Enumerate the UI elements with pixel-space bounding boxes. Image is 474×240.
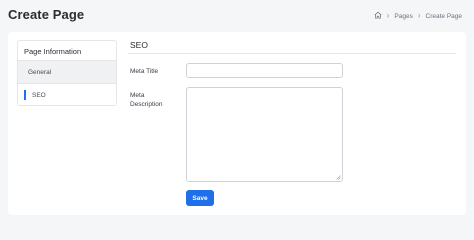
- section-divider: [128, 53, 456, 54]
- sidebar-item-seo[interactable]: SEO: [18, 84, 116, 105]
- active-indicator: [24, 90, 26, 100]
- sidebar-item-label: SEO: [32, 92, 46, 99]
- breadcrumb-separator: ›: [386, 11, 390, 20]
- section-title: SEO: [130, 40, 148, 50]
- meta-title-input[interactable]: [186, 63, 343, 78]
- breadcrumb-item-pages[interactable]: Pages: [394, 13, 412, 20]
- meta-description-input[interactable]: [186, 87, 343, 182]
- breadcrumb: › Pages › Create Page: [374, 11, 462, 21]
- breadcrumb-separator: ›: [417, 11, 421, 20]
- meta-description-label: Meta Description: [130, 91, 180, 109]
- sidebar-item-general[interactable]: General: [18, 61, 116, 84]
- meta-description-label-line1: Meta: [130, 92, 145, 99]
- meta-description-label-line2: Description: [130, 101, 163, 108]
- home-icon: [374, 11, 382, 19]
- breadcrumb-item-current: Create Page: [425, 12, 463, 20]
- breadcrumb-home[interactable]: [374, 11, 382, 21]
- meta-title-label: Meta Title: [130, 68, 159, 75]
- page-info-panel: Page Information General SEO: [17, 40, 117, 106]
- sidebar-item-label: General: [28, 69, 52, 76]
- page-title: Create Page: [8, 7, 85, 22]
- resize-grip-icon[interactable]: [336, 175, 341, 180]
- top-bar: Create Page › Pages › Create Page: [0, 0, 474, 32]
- save-button[interactable]: Save: [186, 190, 214, 206]
- page-info-header: Page Information: [18, 41, 116, 61]
